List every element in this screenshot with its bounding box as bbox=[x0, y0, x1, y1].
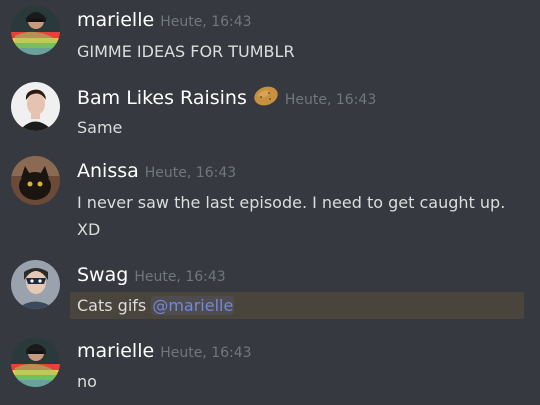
username[interactable]: marielle bbox=[77, 340, 154, 362]
username[interactable]: Swag bbox=[77, 264, 128, 286]
timestamp: Heute, 16:43 bbox=[144, 165, 237, 181]
timestamp: Heute, 16:43 bbox=[160, 14, 252, 30]
message-text: no bbox=[77, 372, 97, 391]
message-text: I never saw the last episode. I need to … bbox=[77, 193, 506, 212]
cat-avatar-icon[interactable] bbox=[11, 156, 60, 205]
rainbow-flag-avatar-icon[interactable] bbox=[11, 6, 60, 55]
timestamp: Heute, 16:43 bbox=[134, 269, 226, 285]
username[interactable]: marielle bbox=[77, 9, 154, 31]
message-text-content: Cats gifs bbox=[77, 296, 152, 315]
message-text-line2: XD bbox=[77, 220, 101, 239]
potato-icon bbox=[253, 85, 279, 111]
username[interactable]: Anissa bbox=[77, 160, 139, 182]
user-mention[interactable]: @marielle bbox=[151, 296, 235, 315]
message-text: Same bbox=[77, 118, 123, 137]
timestamp: Heute, 16:43 bbox=[284, 92, 377, 108]
message-text: Cats gifs @marielle bbox=[77, 294, 527, 318]
rainbow-flag-avatar-icon[interactable] bbox=[11, 338, 60, 387]
username[interactable]: Bam Likes Raisins bbox=[77, 87, 247, 109]
timestamp: Heute, 16:43 bbox=[160, 345, 252, 361]
message-text: GIMME IDEAS FOR TUMBLR bbox=[77, 42, 295, 61]
superhero-avatar-icon[interactable] bbox=[11, 260, 60, 309]
portrait-avatar-icon[interactable] bbox=[11, 82, 60, 131]
